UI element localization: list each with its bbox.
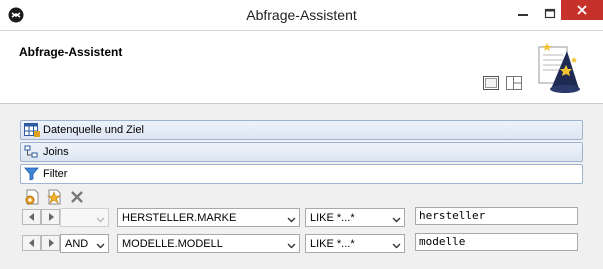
field-select[interactable]: MODELLE.MODELL (117, 234, 300, 253)
joins-icon (24, 145, 40, 162)
single-view-icon[interactable] (482, 75, 500, 94)
operator-select[interactable]: LIKE *...* (305, 208, 405, 227)
move-right-button[interactable] (41, 209, 60, 225)
chevron-down-icon (287, 214, 296, 226)
logic-value: AND (65, 238, 89, 250)
operator-value: LIKE *...* (310, 212, 355, 224)
split-view-icon[interactable] (505, 75, 523, 94)
logic-select[interactable]: AND (60, 234, 109, 253)
add-filter-icon[interactable] (24, 188, 42, 209)
section-joins[interactable]: Joins (20, 142, 583, 162)
value-input[interactable]: modelle (415, 233, 578, 251)
maximize-button[interactable] (539, 4, 561, 24)
filter-icon (24, 167, 40, 184)
chevron-down-icon (392, 214, 401, 226)
close-button[interactable] (561, 0, 603, 20)
field-value: HERSTELLER.MARKE (122, 212, 237, 224)
wizard-header: Abfrage-Assistent (0, 31, 603, 104)
section-label: Datenquelle und Ziel (43, 124, 144, 136)
chevron-down-icon (96, 214, 105, 226)
filter-row: AND MODELLE.MODELL LIKE *...* modelle (20, 233, 581, 255)
delete-icon[interactable] (68, 188, 86, 209)
value-input[interactable]: hersteller (415, 207, 578, 225)
minimize-button[interactable] (512, 4, 534, 24)
chevron-down-icon (96, 240, 105, 252)
chevron-down-icon (287, 240, 296, 252)
operator-select[interactable]: LIKE *...* (305, 234, 405, 253)
section-label: Filter (43, 168, 68, 180)
add-filter-star-icon[interactable] (46, 188, 64, 209)
section-datasource[interactable]: Datenquelle und Ziel (20, 120, 583, 140)
table-icon (24, 123, 40, 140)
field-select[interactable]: HERSTELLER.MARKE (117, 208, 300, 227)
move-left-button[interactable] (22, 235, 41, 251)
title-bar: Abfrage-Assistent (0, 0, 603, 31)
chevron-down-icon (392, 240, 401, 252)
section-filter[interactable]: Filter (20, 164, 583, 184)
page-title: Abfrage-Assistent (19, 45, 123, 59)
field-value: MODELLE.MODELL (122, 238, 223, 250)
section-label: Joins (43, 146, 69, 158)
move-left-button[interactable] (22, 209, 41, 225)
logic-select[interactable] (60, 208, 109, 227)
filter-row: HERSTELLER.MARKE LIKE *...* hersteller (20, 207, 581, 229)
operator-value: LIKE *...* (310, 238, 355, 250)
move-right-button[interactable] (41, 235, 60, 251)
wizard-hat-icon (533, 37, 581, 100)
